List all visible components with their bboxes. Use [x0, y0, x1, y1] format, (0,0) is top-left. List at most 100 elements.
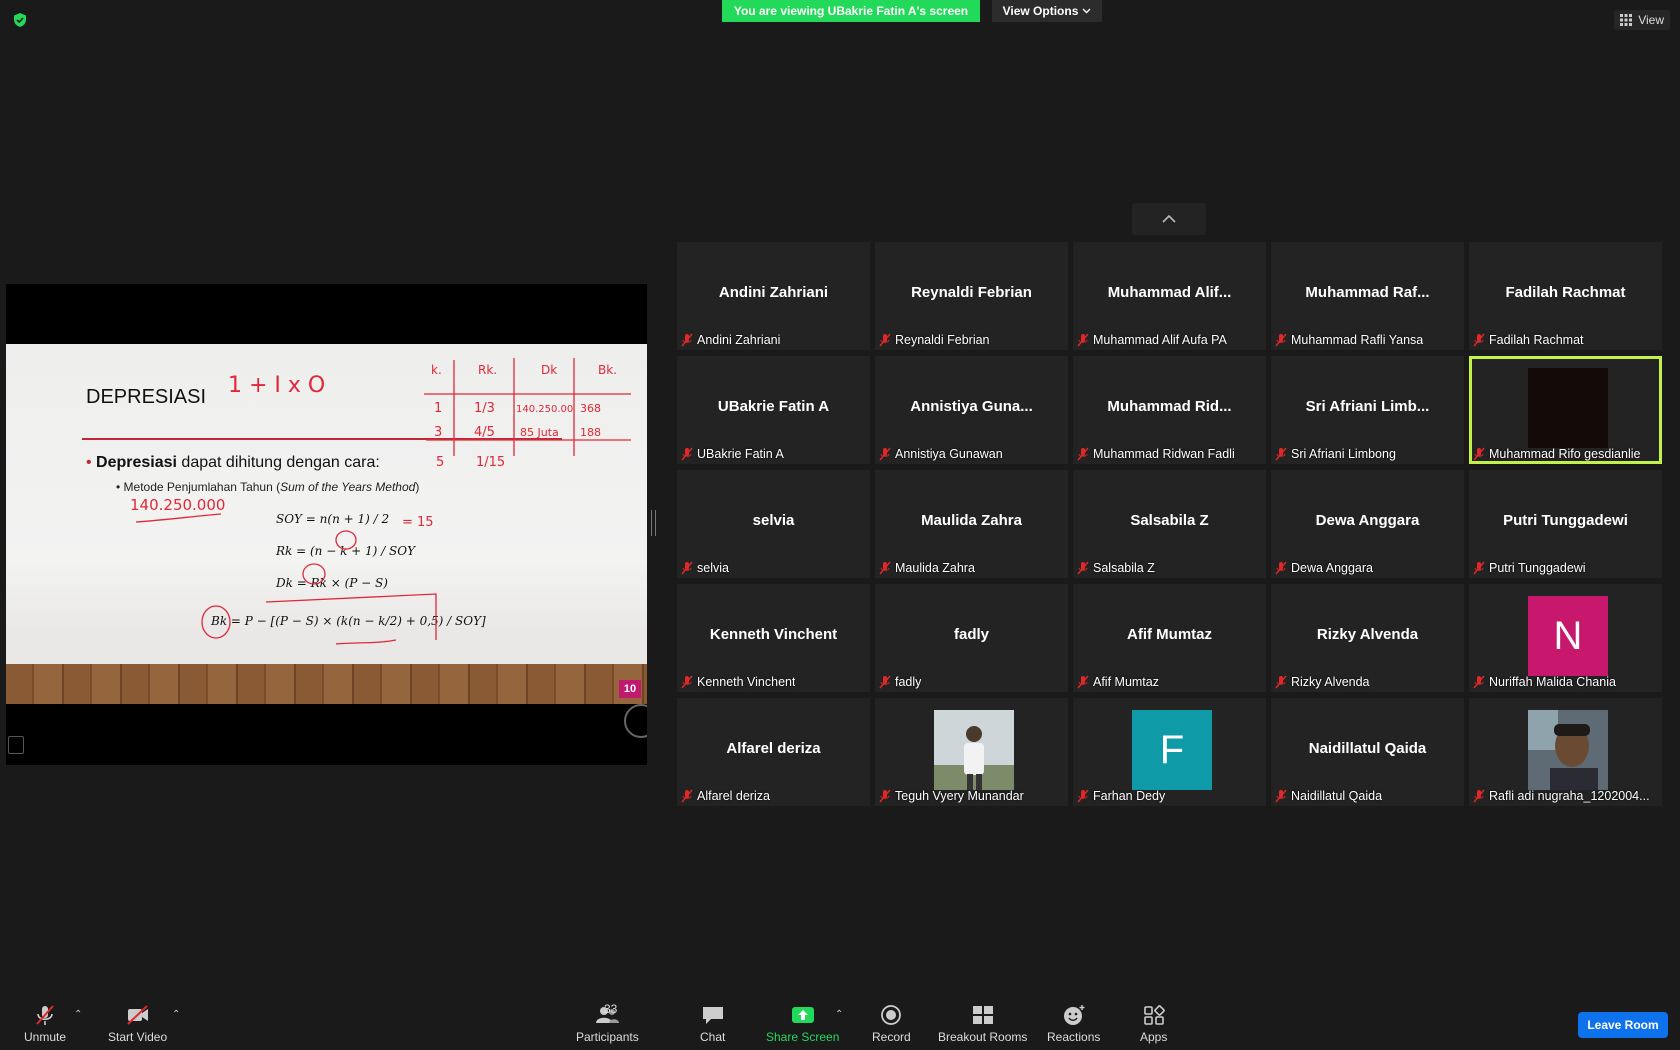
video-options-caret[interactable]: ⌃: [172, 1009, 180, 1020]
share-screen-button[interactable]: Share Screen: [766, 1004, 839, 1044]
participant-tile[interactable]: F Farhan Dedy: [1073, 698, 1266, 806]
splitter-handle[interactable]: [651, 510, 656, 536]
participants-label: Participants: [576, 1030, 639, 1044]
mic-muted-icon: [1275, 447, 1287, 461]
participant-tile[interactable]: Rafli adi nugraha_1202004...: [1469, 698, 1662, 806]
participant-tile[interactable]: Dewa Anggara Dewa Anggara: [1271, 470, 1464, 578]
participant-label: Farhan Dedy: [1077, 789, 1165, 803]
svg-text:1: 1: [434, 401, 442, 416]
participant-tile[interactable]: Maulida Zahra Maulida Zahra: [875, 470, 1068, 578]
leave-room-button[interactable]: Leave Room: [1578, 1012, 1668, 1038]
participant-tile[interactable]: Rizky Alvenda Rizky Alvenda: [1271, 584, 1464, 692]
apps-button[interactable]: Apps: [1140, 1004, 1167, 1044]
svg-text:1 + I x O: 1 + I x O: [228, 373, 325, 398]
participant-label: Fadilah Rachmat: [1473, 333, 1584, 347]
participant-tile[interactable]: Kenneth Vinchent Kenneth Vinchent: [677, 584, 870, 692]
unmute-button[interactable]: Unmute: [24, 1004, 66, 1044]
participant-display-name: Salsabila Z: [1130, 512, 1209, 529]
share-options-caret[interactable]: ⌃: [835, 1009, 843, 1020]
participant-tile[interactable]: fadly fadly: [875, 584, 1068, 692]
participant-tile[interactable]: Muhammad Alif... Muhammad Alif Aufa PA: [1073, 242, 1266, 350]
view-options-button[interactable]: View Options: [992, 0, 1102, 22]
mic-muted-icon: [879, 789, 891, 803]
participant-label: Nuriffah Malida Chania: [1473, 675, 1616, 689]
reactions-icon: [1063, 1005, 1085, 1025]
chevron-down-icon: [1082, 8, 1091, 14]
participant-tile[interactable]: selvia selvia: [677, 470, 870, 578]
participant-label: Muhammad Ridwan Fadli: [1077, 447, 1235, 461]
reactions-button[interactable]: Reactions: [1047, 1004, 1100, 1044]
participant-display-name: fadly: [953, 626, 989, 643]
participant-tile[interactable]: Andini Zahriani Andini Zahriani: [677, 242, 870, 350]
participants-button[interactable]: 33 Participants: [576, 1002, 639, 1044]
svg-text:4/5: 4/5: [474, 425, 495, 440]
participant-label: Dewa Anggara: [1275, 561, 1373, 575]
mic-muted-icon: [681, 561, 693, 575]
view-button[interactable]: View: [1614, 10, 1670, 30]
participant-display-name: Afif Mumtaz: [1127, 626, 1212, 643]
participant-tile[interactable]: Sri Afriani Limb... Sri Afriani Limbong: [1271, 356, 1464, 464]
shared-screen[interactable]: DEPRESIASI • Depresiasi dapat dihitung d…: [6, 284, 647, 765]
participant-display-name: Andini Zahriani: [718, 284, 829, 301]
apps-label: Apps: [1140, 1030, 1168, 1044]
view-label: View: [1638, 13, 1664, 27]
audio-options-caret[interactable]: ⌃: [74, 1009, 82, 1020]
breakout-rooms-button[interactable]: Breakout Rooms: [938, 1004, 1027, 1044]
participant-tile[interactable]: Putri Tunggadewi Putri Tunggadewi: [1469, 470, 1662, 578]
chat-icon: [702, 1007, 723, 1024]
participant-label: Alfarel deriza: [681, 789, 770, 803]
participant-display-name: Muhammad Alif...: [1107, 284, 1232, 301]
participant-tile[interactable]: Fadilah Rachmat Fadilah Rachmat: [1469, 242, 1662, 350]
participant-tile[interactable]: Alfarel deriza Alfarel deriza: [677, 698, 870, 806]
svg-text:3: 3: [434, 425, 442, 440]
svg-text:1/3: 1/3: [474, 401, 495, 416]
shield-icon[interactable]: [12, 12, 28, 28]
participant-display-name: Maulida Zahra: [921, 512, 1022, 529]
participant-tile[interactable]: Teguh Vyery Munandar: [875, 698, 1068, 806]
grid-icon: [1620, 14, 1633, 26]
mic-muted-icon: [1077, 561, 1089, 575]
participant-tile[interactable]: Afif Mumtaz Afif Mumtaz: [1073, 584, 1266, 692]
viewing-screen-banner: You are viewing UBakrie Fatin A's screen: [722, 0, 980, 22]
participant-tile[interactable]: N Nuriffah Malida Chania: [1469, 584, 1662, 692]
participant-display-name: Muhammad Rid...: [1107, 398, 1232, 415]
mic-muted-icon: [1473, 675, 1485, 689]
participant-label: Muhammad Rafli Yansa: [1275, 333, 1423, 347]
participant-display-name: Sri Afriani Limb...: [1305, 398, 1430, 415]
participant-gallery: Andini Zahriani Andini Zahriani Reynaldi…: [677, 242, 1662, 808]
svg-text:140.250.000: 140.250.000: [130, 496, 225, 514]
mic-muted-icon: [1077, 333, 1089, 347]
participant-label: Salsabila Z: [1077, 561, 1155, 575]
expand-handle[interactable]: [8, 736, 24, 754]
svg-text:188: 188: [580, 426, 601, 439]
participant-tile-active-speaker[interactable]: Muhammad Rifo gesdianlie: [1469, 356, 1662, 464]
participant-label: Maulida Zahra: [879, 561, 975, 575]
participant-tile[interactable]: Reynaldi Febrian Reynaldi Febrian: [875, 242, 1068, 350]
chat-button[interactable]: Chat: [700, 1004, 725, 1044]
participant-tile[interactable]: Muhammad Raf... Muhammad Rafli Yansa: [1271, 242, 1464, 350]
apps-icon: [1143, 1005, 1165, 1025]
svg-text:Bk.: Bk.: [598, 363, 617, 377]
participant-label: selvia: [681, 561, 729, 575]
participant-display-name: Putri Tunggadewi: [1503, 512, 1628, 529]
start-video-button[interactable]: Start Video: [108, 1004, 167, 1044]
participant-tile[interactable]: UBakrie Fatin A UBakrie Fatin A: [677, 356, 870, 464]
record-label: Record: [872, 1030, 911, 1044]
participant-label: fadly: [879, 675, 921, 689]
participant-tile[interactable]: Salsabila Z Salsabila Z: [1073, 470, 1266, 578]
participant-tile[interactable]: Muhammad Rid... Muhammad Ridwan Fadli: [1073, 356, 1266, 464]
record-button[interactable]: Record: [872, 1004, 911, 1044]
mic-muted-icon: [1473, 333, 1485, 347]
participant-label: Sri Afriani Limbong: [1275, 447, 1396, 461]
participant-tile[interactable]: Annistiya Guna... Annistiya Gunawan: [875, 356, 1068, 464]
collapse-gallery-button[interactable]: [1132, 203, 1206, 235]
participant-display-name: selvia: [752, 512, 795, 529]
participant-display-name: Reynaldi Febrian: [911, 284, 1032, 301]
participant-tile[interactable]: Naidillatul Qaida Naidillatul Qaida: [1271, 698, 1464, 806]
participant-label: Andini Zahriani: [681, 333, 780, 347]
participant-label: Rizky Alvenda: [1275, 675, 1370, 689]
participant-display-name: Naidillatul Qaida: [1308, 740, 1427, 757]
annotate-pen-button[interactable]: [624, 704, 647, 738]
participant-label: Afif Mumtaz: [1077, 675, 1159, 689]
participant-label: Putri Tunggadewi: [1473, 561, 1586, 575]
